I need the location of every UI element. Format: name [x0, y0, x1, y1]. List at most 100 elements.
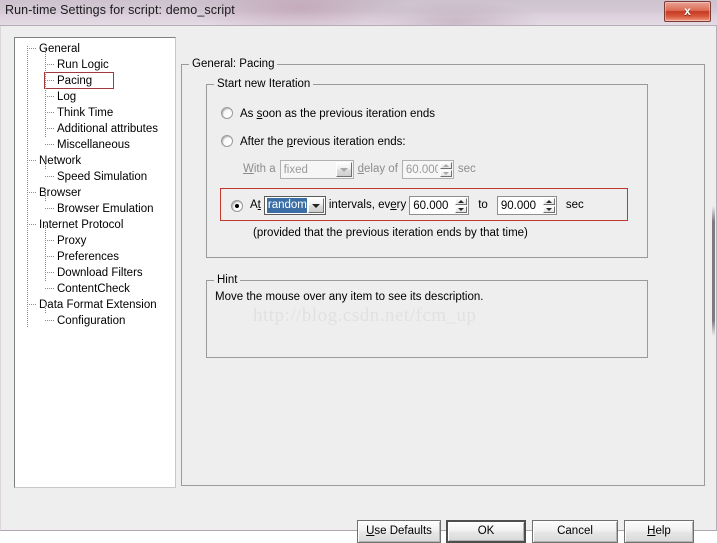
provided-note: (provided that the previous iteration en… — [253, 227, 528, 239]
general-pacing-group-title: General: Pacing — [189, 58, 278, 70]
tree-item-speed-simulation[interactable]: Speed Simulation — [15, 169, 175, 185]
tree-item-label: Configuration — [57, 315, 126, 327]
after-label-part1: After the — [240, 136, 287, 148]
tree-item-proxy[interactable]: Proxy — [15, 233, 175, 249]
option-at-intervals-row[interactable]: At random intervals, every 60.000 to 90.000 se… — [231, 195, 584, 216]
tree-item-label: Speed Simulation — [57, 171, 148, 183]
spin-down-icon[interactable] — [455, 206, 468, 213]
dialog-client-area: General Run Logic Pacing Log Think Time Addit… — [0, 26, 717, 543]
with-a-accel: W — [243, 163, 254, 175]
spin-up-icon[interactable] — [542, 198, 555, 205]
tree-item-label: Think Time — [57, 107, 114, 119]
interval-type-value: random — [266, 198, 307, 213]
start-new-iteration-group-title: Start new Iteration — [214, 78, 314, 90]
tree-item-label: Log — [57, 91, 77, 103]
every-rest: ry — [396, 199, 407, 211]
interval-to-value: 90.000 — [500, 200, 537, 212]
delay-value: 60.000 — [405, 164, 438, 176]
intervals-every-label: intervals, every — [329, 195, 406, 216]
delay-type-dropdown[interactable]: fixed — [279, 160, 354, 179]
spin-up-icon[interactable] — [439, 162, 452, 169]
asap-label-part1: As — [240, 108, 257, 120]
watermark-text: http://blog.csdn.net/fcm_up — [253, 305, 477, 326]
radio-as-soon-as[interactable] — [221, 107, 233, 119]
option-after-previous-label: After the previous iteration ends: — [240, 136, 406, 148]
start-new-iteration-group: Start new Iteration As soon as the previ… — [206, 78, 648, 258]
tree-item-browser-emulation[interactable]: Browser Emulation — [15, 201, 175, 217]
help-button[interactable]: Help — [624, 520, 694, 543]
window-title: Run-time Settings for script: demo_scrip… — [5, 3, 235, 17]
after-label-part2: revious iteration ends: — [293, 136, 406, 148]
tree-item-label: Run Logic — [57, 59, 109, 71]
tree-item-label: Data Format Extension — [39, 299, 157, 311]
general-pacing-group: General: Pacing Start new Iteration As s… — [181, 58, 705, 486]
spin-down-icon[interactable] — [542, 206, 555, 213]
delay-row: With a fixed delay of 60.000 sec — [243, 159, 476, 180]
tree-item-run-logic[interactable]: Run Logic — [15, 57, 175, 73]
spin-up-icon[interactable] — [455, 198, 468, 205]
tree-item-label: Internet Protocol — [39, 219, 124, 231]
hint-text: Move the mouse over any item to see its … — [215, 291, 484, 303]
to-label: to — [478, 199, 488, 211]
interval-from-spin-buttons[interactable] — [455, 198, 468, 213]
delay-unit-label: sec — [457, 163, 476, 175]
settings-tree[interactable]: General Run Logic Pacing Log Think Time Addit… — [14, 37, 176, 488]
tree-item-label: Pacing — [57, 75, 93, 87]
delay-value-stepper[interactable]: 60.000 — [401, 160, 454, 179]
tree-item-miscellaneous[interactable]: Miscellaneous — [15, 137, 175, 153]
at-label: At — [250, 195, 261, 216]
tree-item-data-format-extension[interactable]: Data Format Extension — [15, 297, 175, 313]
tree-item-label: Preferences — [57, 251, 120, 263]
tree-item-browser[interactable]: Browser — [15, 185, 175, 201]
tree-spine — [45, 161, 47, 169]
tree-item-network[interactable]: Network — [15, 153, 175, 169]
tree-item-label: Proxy — [57, 235, 87, 247]
ok-button[interactable]: OK — [446, 520, 526, 543]
chevron-down-icon[interactable] — [307, 198, 324, 213]
tree-spine — [45, 225, 47, 281]
cancel-button-label: Cancel — [557, 525, 593, 537]
tree-item-download-filters[interactable]: Download Filters — [15, 265, 175, 281]
spin-down-icon[interactable] — [439, 170, 452, 177]
use-defaults-button[interactable]: Use Defaults — [357, 520, 441, 543]
intervals-text: intervals, ev — [328, 199, 391, 211]
radio-after-previous[interactable] — [221, 135, 233, 147]
scrollbar-artifact — [712, 206, 715, 336]
delay-spin-buttons[interactable] — [439, 162, 452, 177]
close-button[interactable]: x — [664, 1, 711, 22]
tree-item-preferences[interactable]: Preferences — [15, 249, 175, 265]
delay-type-value: fixed — [283, 164, 308, 176]
interval-from-value: 60.000 — [413, 200, 449, 212]
interval-from-stepper[interactable]: 60.000 — [409, 196, 470, 215]
close-icon: x — [684, 4, 691, 18]
tree-item-internet-protocol[interactable]: Internet Protocol — [15, 217, 175, 233]
use-defaults-rest: se Defaults — [374, 525, 432, 537]
tree-item-contentcheck[interactable]: ContentCheck — [15, 281, 175, 297]
chevron-down-icon[interactable] — [335, 162, 352, 177]
ok-button-label: OK — [477, 525, 495, 537]
tree-item-log[interactable]: Log — [15, 89, 175, 105]
tree-spine — [45, 193, 47, 201]
interval-to-spin-buttons[interactable] — [542, 198, 555, 213]
tree-item-configuration[interactable]: Configuration — [15, 313, 175, 329]
interval-type-dropdown[interactable]: random — [263, 196, 326, 215]
title-bar: Run-time Settings for script: demo_scrip… — [0, 0, 717, 26]
tree-item-label: Miscellaneous — [57, 139, 130, 151]
help-rest: elp — [655, 525, 671, 537]
option-after-previous-row[interactable]: After the previous iteration ends: — [221, 135, 406, 149]
at-label-part1: A — [250, 199, 258, 211]
hint-group: Hint Move the mouse over any item to see… — [206, 274, 648, 358]
tree-item-think-time[interactable]: Think Time — [15, 105, 175, 121]
cancel-button[interactable]: Cancel — [532, 520, 618, 543]
tree-item-pacing[interactable]: Pacing — [15, 73, 175, 89]
tree-spine — [45, 49, 47, 137]
option-as-soon-as-row[interactable]: As soon as the previous iteration ends — [221, 107, 435, 121]
with-a-rest: ith a — [253, 163, 276, 175]
tree-item-general[interactable]: General — [15, 41, 175, 57]
delay-of-rest: elay of — [364, 163, 398, 175]
at-label-accel: t — [257, 199, 261, 211]
interval-to-stepper[interactable]: 90.000 — [496, 196, 557, 215]
tree-item-additional-attributes[interactable]: Additional attributes — [15, 121, 175, 137]
tree-item-label: ContentCheck — [57, 283, 130, 295]
radio-at-intervals[interactable] — [231, 199, 243, 212]
